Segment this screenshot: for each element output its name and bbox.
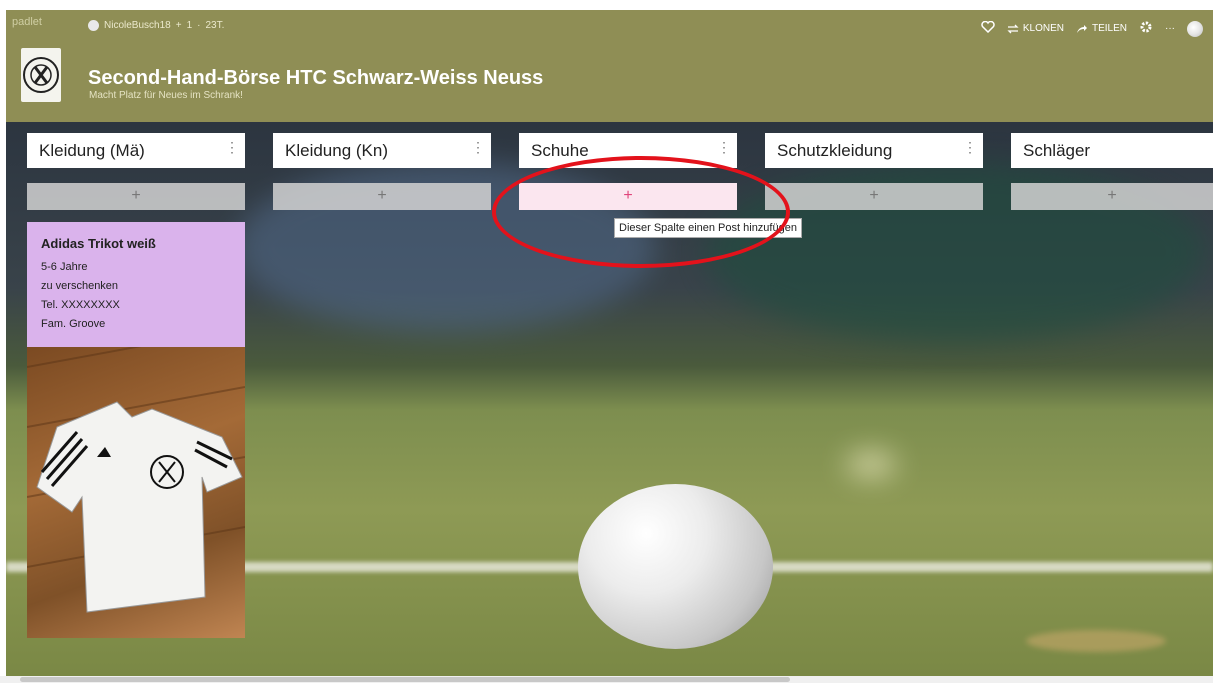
share-icon	[1076, 24, 1087, 33]
padlet-brand[interactable]: padlet	[12, 16, 42, 28]
top-actions: KLONEN TEILEN ···	[981, 20, 1203, 37]
post-line: zu verschenken	[41, 280, 119, 292]
post-line: Fam. Groove	[41, 318, 106, 330]
contributors-count: 1	[186, 20, 193, 31]
contributors-plus-icon: +	[175, 20, 182, 31]
column-header-schlaeger[interactable]: Schläger	[1011, 133, 1213, 168]
add-post-button[interactable]: +	[1011, 183, 1213, 210]
column-title: Schläger	[1023, 140, 1091, 160]
column-title: Kleidung (Kn)	[285, 140, 389, 160]
club-logo	[21, 48, 61, 102]
meta-separator: ·	[197, 20, 201, 31]
share-label: TEILEN	[1091, 23, 1127, 34]
column-menu-icon[interactable]: ⋮	[717, 139, 731, 156]
clone-button[interactable]: KLONEN	[1007, 23, 1064, 34]
background-ball-blur	[846, 452, 896, 477]
add-post-button[interactable]: +	[273, 183, 491, 210]
padlet-header: padlet NicoleBusch18 + 1 · 23T. Second-H…	[6, 10, 1213, 122]
user-avatar[interactable]	[1187, 20, 1203, 37]
post-card[interactable]: Adidas Trikot weiß 5-6 Jahre zu verschen…	[27, 222, 245, 638]
post-image-shirt[interactable]	[27, 347, 245, 638]
column-title: Schuhe	[531, 140, 589, 160]
padlet-subtitle: Macht Platz für Neues im Schrank!	[89, 90, 243, 101]
heart-icon[interactable]	[981, 20, 995, 36]
author-name[interactable]: NicoleBusch18	[104, 20, 171, 31]
author-avatar[interactable]	[88, 20, 99, 31]
post-line: Tel. XXXXXXXX	[41, 299, 120, 311]
hockey-ball	[578, 484, 773, 649]
column-title: Schutzkleidung	[777, 140, 893, 160]
padlet-window: padlet NicoleBusch18 + 1 · 23T. Second-H…	[6, 10, 1213, 676]
clone-icon	[1007, 24, 1019, 33]
padlet-age: 23T.	[205, 20, 225, 31]
post-title: Adidas Trikot weiß	[41, 236, 156, 251]
gear-icon[interactable]	[1139, 20, 1153, 37]
column-header-schutzkleidung[interactable]: Schutzkleidung ⋮	[765, 133, 983, 168]
share-button[interactable]: TEILEN	[1076, 23, 1127, 34]
post-line: 5-6 Jahre	[41, 261, 88, 273]
more-options-button[interactable]: ···	[1165, 23, 1175, 34]
column-header-kleidung-kn[interactable]: Kleidung (Kn) ⋮	[273, 133, 491, 168]
add-post-button[interactable]: +	[765, 183, 983, 210]
shirt-illustration	[27, 347, 245, 613]
club-logo-icon	[23, 57, 59, 93]
clone-label: KLONEN	[1022, 23, 1064, 34]
add-post-button[interactable]: +	[27, 183, 245, 210]
scrollbar-thumb[interactable]	[20, 677, 790, 682]
column-menu-icon[interactable]: ⋮	[225, 139, 239, 156]
background-leaf	[1026, 630, 1166, 652]
column-menu-icon[interactable]: ⋮	[963, 139, 977, 156]
padlet-title: Second-Hand-Börse HTC Schwarz-Weiss Neus…	[88, 67, 544, 89]
post-body: Adidas Trikot weiß 5-6 Jahre zu verschen…	[27, 222, 245, 347]
column-menu-icon[interactable]: ⋮	[471, 139, 485, 156]
padlet-meta: NicoleBusch18 + 1 · 23T.	[88, 20, 224, 31]
horizontal-scrollbar[interactable]	[0, 676, 1213, 683]
column-header-kleidung-mae[interactable]: Kleidung (Mä) ⋮	[27, 133, 245, 168]
red-highlight-ellipse	[492, 156, 790, 268]
column-title: Kleidung (Mä)	[39, 140, 145, 160]
